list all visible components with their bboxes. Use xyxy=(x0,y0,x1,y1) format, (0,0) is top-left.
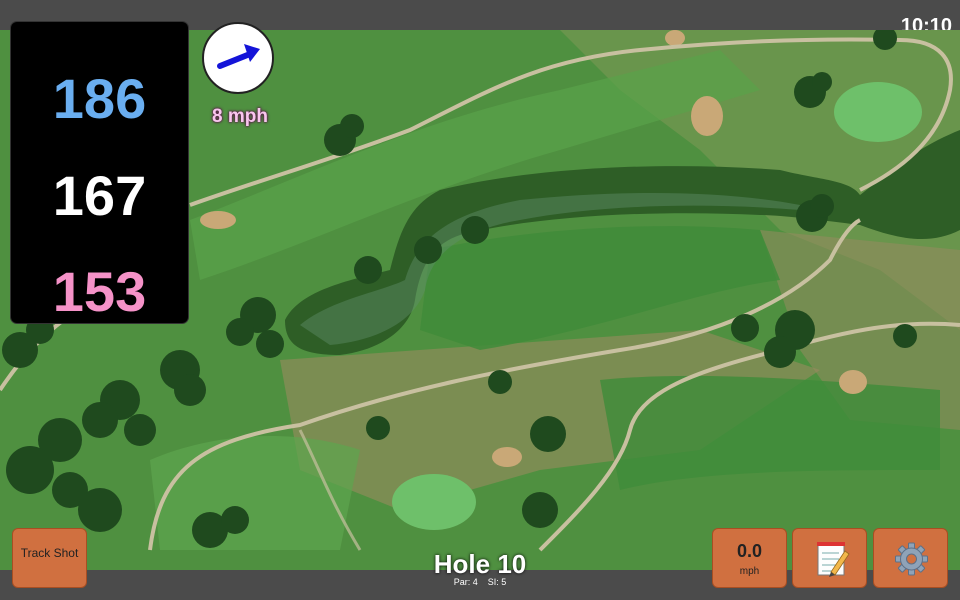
distance-back: 186 xyxy=(52,67,147,130)
gear-icon xyxy=(895,542,928,576)
distance-panel: 186 167 153 xyxy=(11,22,188,323)
stroke-index-label: SI: 5 xyxy=(487,577,507,587)
par-label: Par: 4 xyxy=(453,577,478,587)
speed-value: 0.0 xyxy=(736,541,763,561)
notepad-icon xyxy=(817,542,850,577)
speed-unit: mph xyxy=(739,566,760,577)
wind-arrow-icon xyxy=(217,44,260,69)
track-shot-button[interactable]: Track Shot xyxy=(12,528,87,588)
settings-button[interactable] xyxy=(873,528,948,588)
wind-speed-label: 8 mph xyxy=(212,106,268,127)
hole-info: Par: 4 SI: 5 xyxy=(380,577,580,587)
distance-front: 153 xyxy=(52,260,147,323)
distance-middle: 167 xyxy=(52,164,147,227)
hole-title: Hole 10 xyxy=(433,549,527,579)
wind-indicator xyxy=(202,22,274,94)
speed-button[interactable]: 0.0 mph xyxy=(712,528,787,588)
notes-button[interactable] xyxy=(792,528,867,588)
